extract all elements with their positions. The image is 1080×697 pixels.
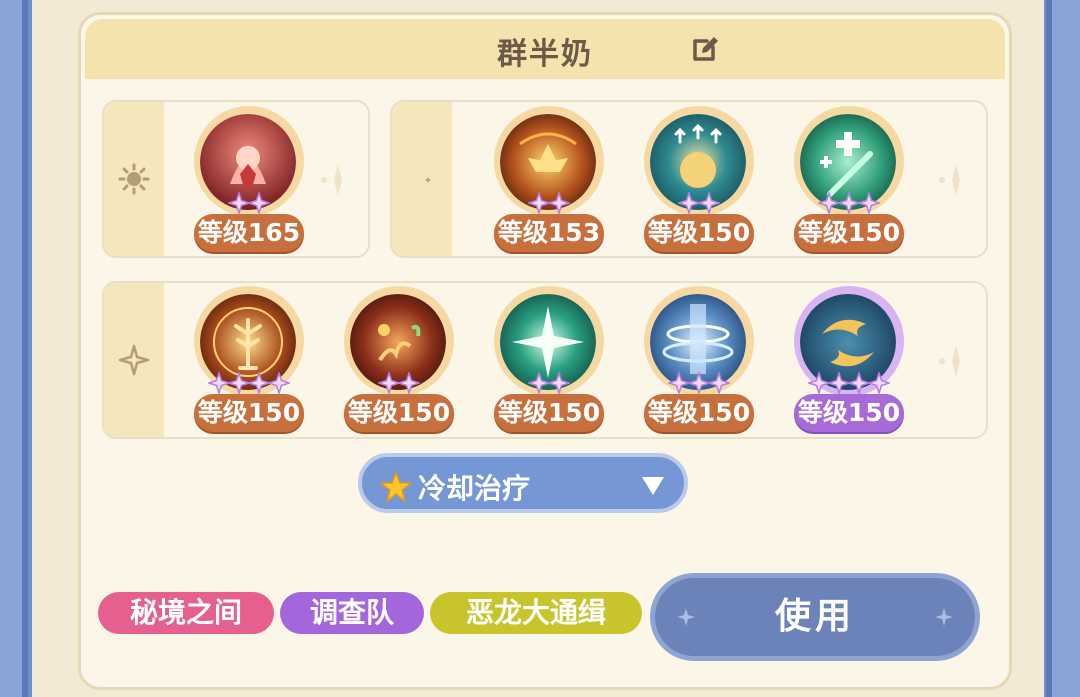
skill-slot[interactable]: 等级150 [790, 106, 912, 256]
skill-slot[interactable]: 等级150 [190, 286, 312, 436]
star-icon [528, 372, 550, 394]
star-icon [548, 192, 570, 214]
star-rating [190, 192, 308, 214]
use-button[interactable]: 使用 [650, 573, 980, 661]
star-icon [228, 192, 250, 214]
skill-slot[interactable]: 等级153 [490, 106, 612, 256]
sparkle-icon [935, 608, 953, 626]
star-icon [398, 372, 420, 394]
star-icon [828, 372, 850, 394]
tag-investigation-team[interactable]: 调查队 [280, 592, 424, 634]
skill-level-badge: 等级150 [794, 214, 904, 252]
skill-slot[interactable]: 等级165 [190, 106, 312, 256]
skill-slot[interactable]: 等级150 [640, 106, 762, 256]
star-icon [698, 192, 720, 214]
row-category-strip [104, 283, 164, 437]
star-icon [208, 372, 230, 394]
use-button-label: 使用 [774, 596, 855, 637]
star-icon [808, 372, 830, 394]
star-icon [548, 372, 570, 394]
sparkle-icon [677, 608, 695, 626]
loadout-header: 群半奶 [85, 19, 1005, 79]
skill-level-badge: 等级165 [194, 214, 304, 252]
skill-slot[interactable]: 等级150 [790, 286, 912, 436]
star-rating [190, 372, 308, 394]
star-rating [340, 372, 458, 394]
star-icon [228, 372, 250, 394]
ornament-decoration [321, 164, 342, 196]
star-icon [848, 372, 870, 394]
preset-dropdown[interactable]: 冷却治疗 [358, 453, 688, 513]
edit-icon[interactable] [689, 33, 721, 65]
skill-slot[interactable]: 等级150 [490, 286, 612, 436]
sun-icon [118, 163, 150, 195]
window-frame-right [1046, 0, 1080, 697]
star-rating [790, 192, 908, 214]
star-rating [640, 192, 758, 214]
dropdown-label: 冷却治疗 [418, 472, 531, 505]
star-icon [528, 192, 550, 214]
window-frame-left [0, 0, 28, 697]
row-category-strip [104, 102, 164, 256]
star-icon [268, 372, 290, 394]
skill-level-badge: 等级150 [194, 394, 304, 432]
ornament-decoration [939, 164, 960, 196]
star-icon [248, 372, 270, 394]
tag-secret-realm[interactable]: 秘境之间 [98, 592, 274, 634]
skill-level-badge: 等级150 [644, 214, 754, 252]
skill-level-badge: 等级150 [344, 394, 454, 432]
star-icon [708, 372, 730, 394]
star-icon [668, 372, 690, 394]
star-icon [378, 372, 400, 394]
sparkle-icon [118, 344, 150, 376]
star-icon [380, 471, 412, 503]
skill-level-badge: 等级150 [794, 394, 904, 432]
moon-icon [415, 168, 431, 190]
row-category-strip [392, 102, 452, 256]
star-icon [248, 192, 270, 214]
skill-slot[interactable]: 等级150 [640, 286, 762, 436]
star-icon [868, 372, 890, 394]
star-icon [688, 372, 710, 394]
star-icon [858, 192, 880, 214]
star-icon [678, 192, 700, 214]
ornament-decoration [939, 345, 960, 377]
star-rating [490, 372, 608, 394]
tag-dragon-bounty[interactable]: 恶龙大通缉 [430, 592, 642, 634]
star-rating [790, 372, 908, 394]
skill-level-badge: 等级150 [494, 394, 604, 432]
star-icon [838, 192, 860, 214]
star-icon [818, 192, 840, 214]
skill-level-badge: 等级150 [644, 394, 754, 432]
skill-level-badge: 等级153 [494, 214, 604, 252]
chevron-down-icon [642, 477, 664, 495]
star-rating [640, 372, 758, 394]
star-rating [490, 192, 608, 214]
loadout-title: 群半奶 [497, 37, 593, 72]
skill-slot[interactable]: 等级150 [340, 286, 462, 436]
